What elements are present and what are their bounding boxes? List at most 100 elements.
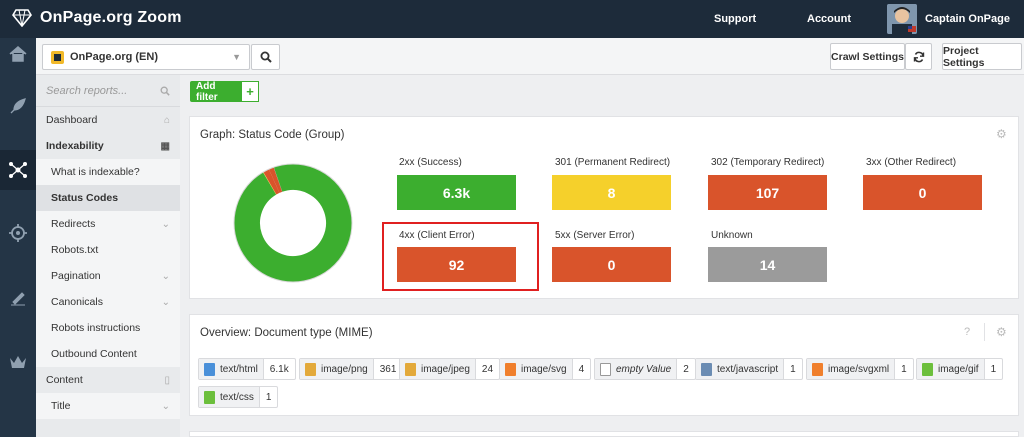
sidebar-item-dashboard[interactable]: Dashboard ⌂ [36,107,180,133]
sidebar-item-label: Indexability [46,140,104,152]
mime-chip-type: text/html [199,359,264,379]
chevron-down-icon: ⌄ [161,400,170,412]
add-filter-label: Add filter [190,81,241,103]
tile-301[interactable]: 8 [552,175,671,210]
mime-chip-label: image/png [321,363,368,375]
logo[interactable]: OnPage.org Zoom [12,9,182,27]
panel-title: Graph: Status Code (Group) [200,129,345,141]
mime-chip-label: empty Value [616,363,672,375]
rocket-icon[interactable] [8,96,28,116]
project-settings-button[interactable]: Project Settings [942,43,1022,70]
mime-chip-type: image/jpeg [400,359,476,379]
mime-chip[interactable]: image/svg 4 [499,358,592,380]
image-file-icon [405,362,416,376]
sidebar-item-what-is-indexable[interactable]: What is indexable? [36,159,180,185]
mime-chip-count: 1 [265,391,272,403]
panel-title: Overview: Document type (MIME) [200,327,373,339]
crown-icon[interactable] [8,352,28,372]
search-icon [160,86,170,96]
help-icon[interactable]: ? [964,326,970,338]
tile-label-2xx: 2xx (Success) [399,157,462,168]
svg-file-icon [812,362,823,376]
chevron-down-icon: ▼ [232,52,241,62]
user-name[interactable]: Captain OnPage [925,13,1010,25]
top-bar: OnPage.org Zoom Support Account Captain … [0,0,1024,38]
mime-chip-count: 1 [901,363,907,375]
donut-slice-2xx[interactable] [234,164,352,282]
tile-label-5xx: 5xx (Server Error) [555,230,635,241]
highlight-box [382,222,539,291]
tile-302[interactable]: 107 [708,175,827,210]
mime-chip-label: text/javascript [717,363,779,375]
edit-icon[interactable] [8,288,28,308]
network-icon[interactable] [8,160,28,180]
sidebar-item-label: Status Codes [51,192,119,204]
mime-chip-count: 24 [481,363,494,375]
left-rail [0,38,36,437]
tile-label-302: 302 (Temporary Redirect) [711,157,825,168]
sidebar-item-indexability[interactable]: Indexability ▦ [36,133,180,159]
mime-chip[interactable]: image/png 361 [299,358,404,380]
sidebar-item-content[interactable]: Content ▯ [36,367,180,393]
diamond-logo-icon [12,9,32,27]
gear-icon[interactable]: ⚙ [996,325,1007,339]
mime-chip[interactable]: image/jpeg 24 [399,358,501,380]
mime-chip[interactable]: text/javascript 1 [695,358,803,380]
empty-file-icon [600,362,611,376]
app-title: OnPage.org Zoom [40,9,182,26]
project-select-value: OnPage.org (EN) [70,51,159,63]
report-search[interactable]: Search reports... [36,75,180,107]
tile-3xx[interactable]: 0 [863,175,982,210]
crawl-settings-button[interactable]: Crawl Settings [830,43,905,70]
mime-chip[interactable]: image/svgxml 1 [806,358,914,380]
project-search-button[interactable] [251,44,280,70]
target-icon[interactable] [8,223,28,243]
sidebar-item-label: Content [46,374,83,386]
account-link[interactable]: Account [807,13,851,25]
sidebar-item-label: Pagination [51,270,101,282]
sidebar-item-pagination[interactable]: Pagination ⌄ [36,263,180,289]
sidebar-item-label: Robots instructions [51,322,141,334]
gear-icon[interactable]: ⚙ [996,127,1007,141]
tile-2xx[interactable]: 6.3k [397,175,516,210]
mime-chip-type: empty Value [595,359,678,379]
mime-chip-count: 4 [578,363,585,375]
tile-unknown[interactable]: 14 [708,247,827,282]
chevron-down-icon: ⌄ [161,270,170,282]
mime-chip-count: 1 [790,363,796,375]
tile-label-301: 301 (Permanent Redirect) [555,157,671,168]
report-search-input[interactable]: Search reports... [46,85,127,97]
mime-chip[interactable]: image/gif 1 [916,358,1004,380]
refresh-button[interactable] [905,43,932,70]
add-filter-button[interactable]: Add filter + [190,81,259,103]
sidebar-item-robots-txt[interactable]: Robots.txt [36,237,180,263]
sidebar-item-status-codes[interactable]: Status Codes [36,185,180,211]
sidebar-item-outbound-content[interactable]: Outbound Content [36,341,180,367]
avatar[interactable] [887,4,917,34]
support-link[interactable]: Support [714,13,756,25]
mime-chip[interactable]: text/html 6.1k [198,358,296,380]
tile-5xx[interactable]: 0 [552,247,671,282]
search-icon [260,51,272,63]
mime-chip-type: image/svg [500,359,573,379]
chevron-down-icon: ⌄ [161,218,170,230]
mime-chip[interactable]: text/css 1 [198,386,279,408]
mime-chip-type: text/javascript [696,359,785,379]
sidebar-item-redirects[interactable]: Redirects ⌄ [36,211,180,237]
mime-chip-label: text/css [220,391,254,403]
sidebar-item-label: Title [51,400,71,412]
home-icon[interactable] [8,44,28,64]
sidebar-item-label: Redirects [51,218,96,230]
sidebar-item-canonicals[interactable]: Canonicals ⌄ [36,289,180,315]
sidebar-item-robots-instructions[interactable]: Robots instructions [36,315,180,341]
chevron-down-icon: ⌄ [161,296,170,308]
mime-chip[interactable]: empty Value 2 [594,358,696,380]
mime-chip-label: image/svgxml [828,363,890,375]
project-select[interactable]: OnPage.org (EN) ▼ [42,44,250,70]
status-donut-chart [233,163,353,283]
sidebar-item-title[interactable]: Title ⌄ [36,393,180,419]
sidebar-item-label: What is indexable? [51,166,140,178]
refresh-icon [913,51,924,62]
sidebar-item-label: Outbound Content [51,348,137,360]
mime-chip-label: image/gif [938,363,979,375]
